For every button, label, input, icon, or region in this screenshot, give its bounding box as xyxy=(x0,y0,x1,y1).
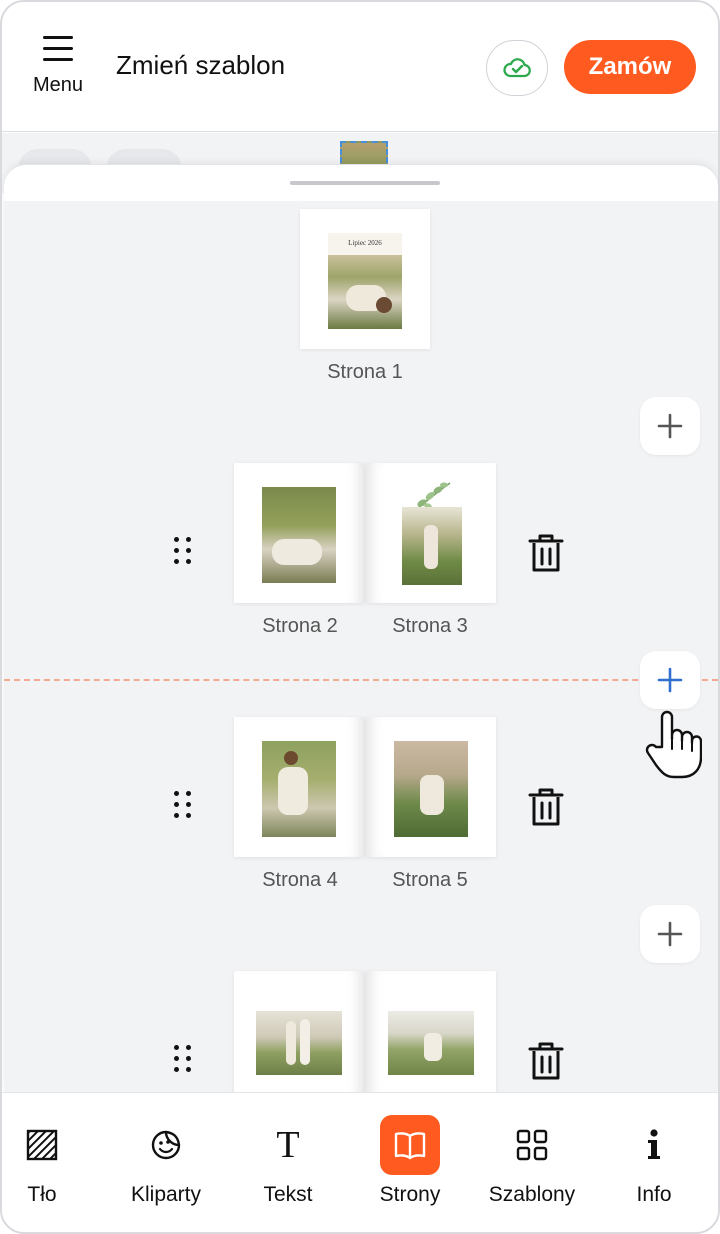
drag-handle[interactable] xyxy=(174,791,194,825)
hand-cursor-icon xyxy=(645,710,702,779)
add-page-button[interactable] xyxy=(640,905,700,963)
page-thumbnail-4[interactable] xyxy=(234,717,364,857)
page-thumbnail-7[interactable] xyxy=(366,971,496,1094)
trash-icon[interactable] xyxy=(528,1041,564,1081)
tool-pages[interactable]: Strony xyxy=(350,1093,470,1232)
page-thumbnail-2[interactable] xyxy=(234,463,364,603)
bottom-toolbar: Tło Kliparty T Tekst Strony Szablony Inf… xyxy=(2,1092,718,1232)
book-pages-icon xyxy=(380,1115,440,1175)
insert-position-indicator xyxy=(4,679,718,681)
page-label-4: Strona 4 xyxy=(262,869,338,891)
page-thumbnail-3[interactable] xyxy=(366,463,496,603)
page-thumbnail-6[interactable] xyxy=(234,971,364,1094)
drag-handle[interactable] xyxy=(174,537,194,571)
add-page-button-active[interactable] xyxy=(640,651,700,709)
tool-label: Tekst xyxy=(263,1183,313,1206)
tool-label: Szablony xyxy=(488,1183,576,1206)
cover-photo xyxy=(328,255,402,329)
drag-handle[interactable] xyxy=(174,1045,194,1079)
tool-text[interactable]: T Tekst xyxy=(228,1093,348,1232)
tool-info[interactable]: Info xyxy=(594,1093,714,1232)
tool-cliparts[interactable]: Kliparty xyxy=(106,1093,226,1232)
menu-label: Menu xyxy=(32,74,84,96)
tool-label: Tło xyxy=(27,1183,57,1206)
menu-button[interactable]: Menu xyxy=(26,30,96,100)
cloud-check-icon xyxy=(503,58,531,78)
sheet-grabber[interactable] xyxy=(290,181,440,185)
cover-layout: Lipiec 2026 xyxy=(328,233,402,329)
tool-templates[interactable]: Szablony xyxy=(472,1093,592,1232)
page-title: Zmień szablon xyxy=(116,50,286,80)
top-bar: Menu Zmień szablon Zamów xyxy=(2,2,718,132)
page-label-3: Strona 3 xyxy=(392,615,468,637)
page-photo xyxy=(262,741,336,837)
tool-label: Info xyxy=(636,1183,672,1206)
cover-date-text: Lipiec 2026 xyxy=(348,239,382,247)
background-pattern-icon xyxy=(12,1115,72,1175)
tool-background[interactable]: Tło xyxy=(2,1093,102,1232)
trash-icon[interactable] xyxy=(528,787,564,827)
tool-label: Strony xyxy=(379,1183,441,1206)
plus-icon xyxy=(657,413,683,439)
order-button[interactable]: Zamów xyxy=(564,40,696,94)
grid-layout-icon xyxy=(502,1115,562,1175)
page-photo xyxy=(262,487,336,583)
app-frame: Menu Zmień szablon Zamów Lipiec 2026 Str… xyxy=(0,0,720,1234)
page-label-5: Strona 5 xyxy=(392,869,468,891)
page-label-2: Strona 2 xyxy=(262,615,338,637)
tool-label: Kliparty xyxy=(130,1183,202,1206)
page-photo xyxy=(256,1011,342,1075)
page-label-1: Strona 1 xyxy=(327,361,403,383)
hamburger-icon xyxy=(43,34,73,62)
text-icon: T xyxy=(276,1124,300,1166)
page-photo xyxy=(388,1011,474,1075)
save-status-button[interactable] xyxy=(486,40,548,96)
trash-icon[interactable] xyxy=(528,533,564,573)
add-page-button[interactable] xyxy=(640,397,700,455)
page-thumbnail-1[interactable]: Lipiec 2026 xyxy=(300,209,430,349)
page-photo xyxy=(402,507,462,585)
sticker-icon xyxy=(136,1115,196,1175)
sheet-handle-area[interactable] xyxy=(4,165,718,201)
pages-panel: Lipiec 2026 Strona 1 Strona 2 Strona 3 S… xyxy=(4,164,718,1094)
plus-icon xyxy=(657,921,683,947)
plus-icon xyxy=(657,667,683,693)
page-photo xyxy=(394,741,468,837)
page-thumbnail-5[interactable] xyxy=(366,717,496,857)
info-icon xyxy=(624,1115,684,1175)
